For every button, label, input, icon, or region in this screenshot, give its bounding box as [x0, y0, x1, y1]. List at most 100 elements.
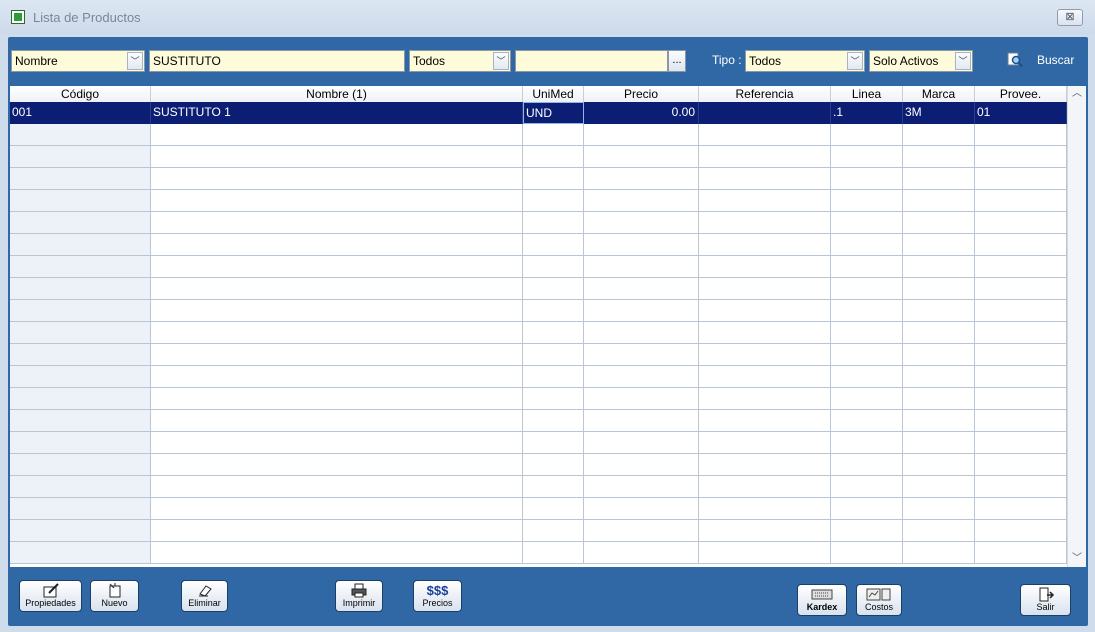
table-cell[interactable]	[523, 432, 584, 454]
table-cell[interactable]	[975, 454, 1067, 476]
close-button[interactable]: ⊠	[1057, 9, 1083, 26]
table-cell[interactable]	[151, 124, 523, 146]
table-cell[interactable]	[584, 344, 699, 366]
table-cell[interactable]	[975, 542, 1067, 564]
table-row[interactable]	[10, 300, 1067, 322]
tipo-selector[interactable]: Todos ﹀	[745, 50, 865, 72]
table-cell[interactable]	[831, 388, 903, 410]
table-cell[interactable]	[699, 212, 831, 234]
table-cell[interactable]	[903, 388, 975, 410]
nuevo-button[interactable]: Nuevo	[90, 580, 139, 612]
table-cell[interactable]	[903, 146, 975, 168]
table-cell[interactable]	[903, 520, 975, 542]
table-cell[interactable]	[10, 146, 151, 168]
table-cell[interactable]	[903, 300, 975, 322]
table-cell[interactable]	[903, 454, 975, 476]
filter-selector[interactable]: Todos ﹀	[409, 50, 511, 72]
table-cell[interactable]	[10, 476, 151, 498]
propiedades-button[interactable]: Propiedades	[19, 580, 82, 612]
table-cell[interactable]	[10, 520, 151, 542]
column-header-marca[interactable]: Marca	[903, 86, 975, 102]
table-cell[interactable]	[584, 190, 699, 212]
table-cell[interactable]	[903, 344, 975, 366]
table-cell[interactable]	[831, 300, 903, 322]
table-cell[interactable]	[831, 410, 903, 432]
table-cell[interactable]	[831, 124, 903, 146]
table-cell[interactable]	[151, 410, 523, 432]
table-cell[interactable]	[699, 542, 831, 564]
table-cell[interactable]	[699, 520, 831, 542]
table-row[interactable]	[10, 322, 1067, 344]
table-cell[interactable]	[903, 322, 975, 344]
table-cell[interactable]	[523, 278, 584, 300]
table-cell[interactable]	[584, 278, 699, 300]
cell-marca[interactable]: 3M	[903, 102, 975, 124]
table-cell[interactable]	[975, 344, 1067, 366]
chevron-down-icon[interactable]: ﹀	[493, 52, 509, 70]
table-cell[interactable]	[10, 410, 151, 432]
cell-precio[interactable]: 0.00	[584, 102, 699, 124]
eliminar-button[interactable]: Eliminar	[181, 580, 228, 612]
table-cell[interactable]	[903, 366, 975, 388]
table-cell[interactable]	[699, 256, 831, 278]
table-cell[interactable]	[584, 300, 699, 322]
table-cell[interactable]	[831, 256, 903, 278]
table-cell[interactable]	[151, 520, 523, 542]
table-cell[interactable]	[699, 410, 831, 432]
table-cell[interactable]	[831, 432, 903, 454]
table-cell[interactable]	[699, 146, 831, 168]
table-cell[interactable]	[831, 190, 903, 212]
table-row[interactable]	[10, 234, 1067, 256]
table-cell[interactable]	[903, 190, 975, 212]
table-cell[interactable]	[831, 146, 903, 168]
table-cell[interactable]	[10, 124, 151, 146]
table-cell[interactable]	[699, 234, 831, 256]
table-cell[interactable]	[10, 498, 151, 520]
search-input[interactable]: SUSTITUTO	[149, 50, 405, 72]
filter-value-input[interactable]	[515, 50, 668, 72]
table-cell[interactable]	[523, 542, 584, 564]
column-header-linea[interactable]: Linea	[831, 86, 903, 102]
table-cell[interactable]	[975, 168, 1067, 190]
table-cell[interactable]	[975, 256, 1067, 278]
table-cell[interactable]	[699, 476, 831, 498]
table-cell[interactable]	[151, 388, 523, 410]
table-row[interactable]	[10, 432, 1067, 454]
table-cell[interactable]	[975, 234, 1067, 256]
table-cell[interactable]	[584, 410, 699, 432]
table-cell[interactable]	[903, 542, 975, 564]
table-cell[interactable]	[975, 124, 1067, 146]
column-header-precio[interactable]: Precio	[584, 86, 699, 102]
table-cell[interactable]	[10, 542, 151, 564]
table-cell[interactable]	[10, 300, 151, 322]
table-cell[interactable]	[975, 498, 1067, 520]
table-cell[interactable]	[975, 366, 1067, 388]
table-cell[interactable]	[151, 344, 523, 366]
table-cell[interactable]	[903, 234, 975, 256]
table-cell[interactable]	[831, 322, 903, 344]
table-cell[interactable]	[975, 432, 1067, 454]
table-cell[interactable]	[523, 344, 584, 366]
table-row[interactable]	[10, 256, 1067, 278]
table-cell[interactable]	[10, 366, 151, 388]
table-row[interactable]	[10, 344, 1067, 366]
table-row[interactable]: 001 SUSTITUTO 1 UND 0.00 .1 3M 01	[10, 102, 1067, 124]
table-cell[interactable]	[903, 212, 975, 234]
table-cell[interactable]	[584, 366, 699, 388]
table-cell[interactable]	[831, 476, 903, 498]
table-cell[interactable]	[523, 168, 584, 190]
table-row[interactable]	[10, 124, 1067, 146]
table-cell[interactable]	[523, 520, 584, 542]
kardex-button[interactable]: Kardex	[797, 584, 847, 616]
table-cell[interactable]	[523, 476, 584, 498]
table-cell[interactable]	[10, 322, 151, 344]
costos-button[interactable]: Costos	[856, 584, 902, 616]
table-cell[interactable]	[831, 234, 903, 256]
table-cell[interactable]	[975, 322, 1067, 344]
table-cell[interactable]	[584, 520, 699, 542]
table-row[interactable]	[10, 146, 1067, 168]
table-cell[interactable]	[151, 432, 523, 454]
table-cell[interactable]	[151, 278, 523, 300]
imprimir-button[interactable]: Imprimir	[335, 580, 383, 612]
table-cell[interactable]	[10, 454, 151, 476]
